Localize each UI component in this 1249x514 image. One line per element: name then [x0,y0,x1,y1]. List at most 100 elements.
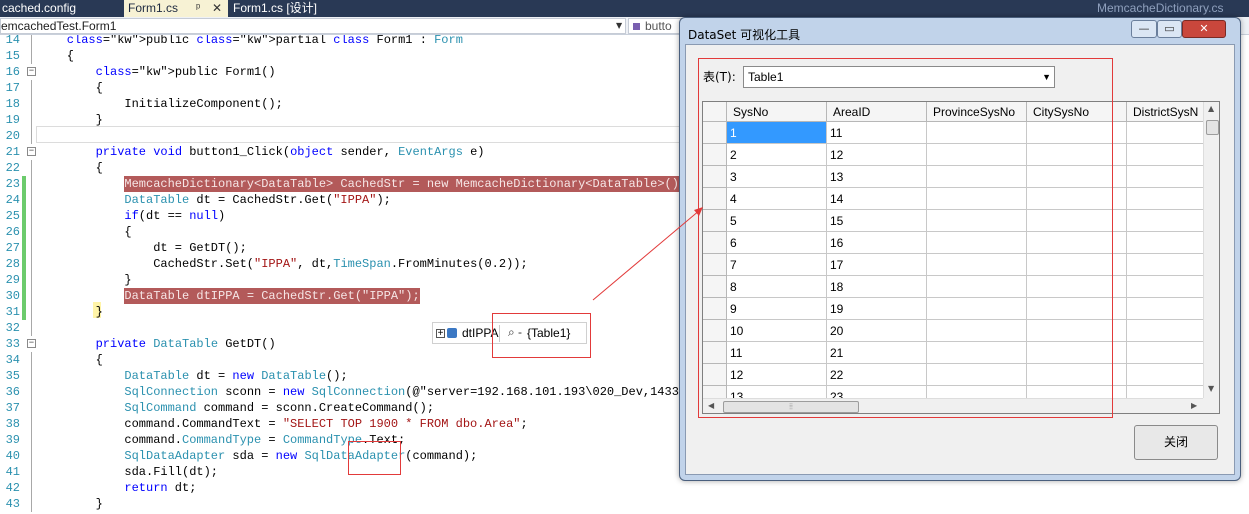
scroll-right-icon[interactable]: ▶ [1191,401,1197,410]
code-text: DataTable dtIPPA = CachedStr.Get("IPPA")… [124,288,420,304]
outline-guide [31,176,32,192]
scroll-corner [1203,398,1219,413]
code-line[interactable]: 19} [0,112,700,128]
code-line[interactable]: 36 SqlConnection sconn = new SqlConnectio… [0,384,701,400]
change-indicator [22,176,26,192]
dataset-visualizer-window: DataSet 可视化工具 — ▭ ✕ 表(T): Table1 ▼ SysNo… [679,17,1241,481]
outline-guide [31,35,32,48]
code-line[interactable]: 17 { [0,80,700,96]
collapse-icon[interactable]: − [27,339,36,348]
code-text: { [95,81,103,95]
line-number: 27 [5,241,20,255]
line-number: 31 [5,305,20,319]
code-line[interactable]: 42 return dt; [0,480,700,496]
line-number: 19 [5,113,20,127]
code-line[interactable]: 29} [0,272,700,288]
line-number: 41 [5,465,20,479]
outline-guide [31,400,32,416]
outline-guide [31,448,32,464]
code-line[interactable]: 38 command.CommandText = "SELECT TOP 1900… [0,416,700,432]
change-indicator [22,304,26,320]
maximize-button[interactable]: ▭ [1157,20,1182,38]
line-number: 42 [5,481,20,495]
outline-guide [31,224,32,240]
code-line[interactable]: 26 { [0,224,700,240]
code-line[interactable]: 14 class="kw">public class="kw">partial c… [0,35,700,48]
line-number: 40 [5,449,20,463]
change-indicator [22,272,26,288]
code-line[interactable]: 22 { [0,160,700,176]
outline-guide [31,240,32,256]
line-number: 32 [5,321,20,335]
window-close-button[interactable]: ✕ [1182,20,1226,38]
code-line[interactable]: 27 dt = GetDT(); [0,240,700,256]
code-text: { [95,353,103,367]
vertical-scrollbar[interactable]: ▲ ▼ [1203,102,1219,398]
scroll-up-icon[interactable]: ▲ [1208,104,1214,113]
expand-icon[interactable]: + [436,329,445,339]
line-number: 16 [5,65,20,79]
code-text: class="kw">public class="kw">partial cla… [66,35,463,47]
code-text: SqlDataAdapter sda = new SqlDataAdapter(… [124,449,478,463]
minimize-button[interactable]: — [1131,20,1157,38]
code-text: } [124,273,132,287]
code-line[interactable]: 15 { [0,48,700,64]
pin-icon[interactable]: ᵖ [196,0,200,17]
code-line[interactable]: 37 SqlCommand command = sconn.CreateComma… [0,400,700,416]
close-dialog-button[interactable]: 关闭 [1134,425,1218,460]
close-icon[interactable]: ✕ [212,0,222,17]
change-indicator [22,288,26,304]
code-line[interactable]: 21− private void button1_Click(object sen… [0,144,700,160]
code-line[interactable]: 30 DataTable dtIPPA = CachedStr.Get("IPPA… [0,288,700,304]
chevron-down-icon[interactable]: ▼ [616,21,622,30]
annotation-box-text [348,441,401,475]
tab-form1-design[interactable]: Form1.cs [设计] [229,0,349,17]
outline-guide [31,288,32,304]
line-number: 43 [5,497,20,511]
change-indicator [22,224,26,240]
collapse-icon[interactable]: − [27,147,36,156]
code-text: InitializeComponent(); [124,97,283,111]
collapse-icon[interactable]: − [27,67,36,76]
code-line[interactable]: 34 { [0,352,700,368]
code-line[interactable]: 28 CachedStr.Set("IPPA", dt,TimeSpan.From… [0,256,700,272]
code-text: class="kw">public Form1() [95,65,276,79]
code-line[interactable]: 18 InitializeComponent(); [0,96,700,112]
line-number: 21 [5,145,20,159]
outline-guide [31,160,32,176]
outline-guide [31,368,32,384]
class-dropdown[interactable]: emcachedTest.Form1 [0,18,626,34]
code-line[interactable]: 16− class="kw">public Form1() [0,64,700,80]
code-line[interactable]: 31} [0,304,700,320]
code-line[interactable]: 33− private DataTable GetDT() [0,336,700,352]
code-text: dt = GetDT(); [153,241,247,255]
change-indicator [22,192,26,208]
document-tab-strip: cached.config Form1.cs ᵖ ✕ Form1.cs [设计]… [0,0,1249,17]
tab-form1-cs[interactable]: Form1.cs ᵖ ✕ [124,0,228,17]
line-number: 28 [5,257,20,271]
line-number: 37 [5,401,20,415]
outline-guide [31,80,32,96]
scroll-down-icon[interactable]: ▼ [1208,384,1214,393]
outline-guide [31,432,32,448]
tab-memcache-dictionary[interactable]: MemcacheDictionary.cs [1093,0,1249,17]
tab-cached-config[interactable]: cached.config [0,0,122,17]
code-line[interactable]: 24 DataTable dt = CachedStr.Get("IPPA"); [0,192,700,208]
code-line[interactable]: 20 [0,128,700,144]
vertical-scroll-thumb[interactable] [1206,120,1219,135]
code-text: { [124,225,132,239]
code-text: CachedStr.Set("IPPA", dt,TimeSpan.FromMi… [153,257,528,271]
code-line[interactable]: 43} [0,496,700,512]
line-number: 26 [5,225,20,239]
code-line[interactable]: 32 [0,320,700,336]
line-number: 34 [5,353,20,367]
code-text: DataTable dt = CachedStr.Get("IPPA"); [124,193,391,207]
code-line[interactable]: 23 MemcacheDictionary<DataTable> CachedSt… [0,176,700,192]
outline-guide [31,352,32,368]
line-number: 14 [5,35,20,47]
outline-guide [31,192,32,208]
annotation-box-grid [698,58,1113,418]
code-line[interactable]: 25 if(dt == null) [0,208,700,224]
code-line[interactable]: 35 DataTable dt = new DataTable(); [0,368,700,384]
change-indicator [22,208,26,224]
